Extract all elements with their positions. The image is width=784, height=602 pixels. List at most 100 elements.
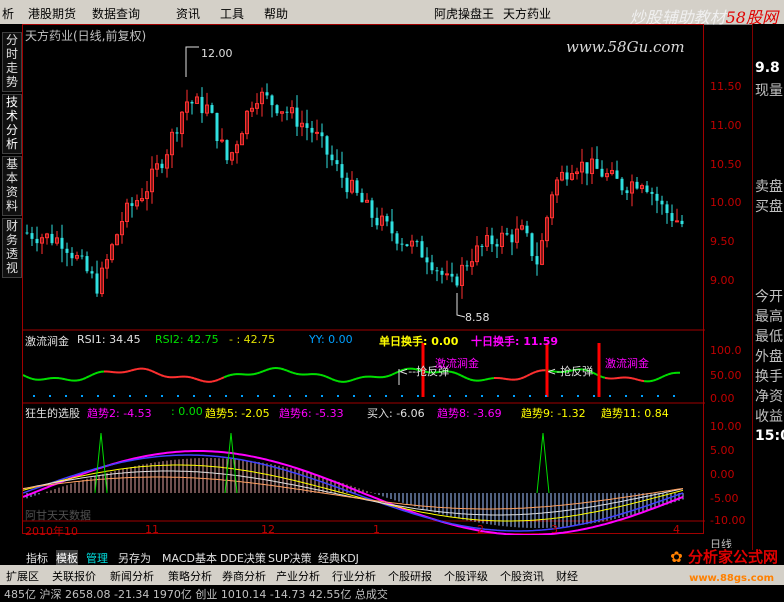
rsi-line-segment xyxy=(524,376,527,377)
yy-dot xyxy=(225,395,227,397)
logo-88gs-url: www.88gs.com xyxy=(689,573,774,584)
left-tab-strip: 分时走势 技术分析 基本资料 财务透视 xyxy=(0,24,22,550)
rsi-line-segment xyxy=(68,380,71,381)
yy-dot xyxy=(97,395,99,397)
price-tick: 9.00 xyxy=(710,274,735,287)
rsi-line-segment xyxy=(533,372,536,373)
candle-body xyxy=(326,136,329,154)
tab-technical[interactable]: 技术分析 xyxy=(2,94,22,154)
time-label-mar: 3 xyxy=(551,523,558,536)
chart-area[interactable]: 天方药业(日线,前复权) 12.00 8.58 激流涧金 RSI1: 34.45… xyxy=(22,24,704,534)
ind1-name: 激流涧金 xyxy=(25,333,69,349)
tab-research[interactable]: 个股研报 xyxy=(388,568,432,584)
menu-item-ahu[interactable]: 阿虎操盘王 xyxy=(434,5,494,22)
menu-item-analysis[interactable]: 析 xyxy=(2,5,14,22)
rsi-line-segment xyxy=(629,378,632,379)
tab-ext-area[interactable]: 扩展区 xyxy=(6,568,39,584)
yy-dot xyxy=(417,395,419,397)
candle-body xyxy=(451,274,454,277)
yy-dot xyxy=(257,395,259,397)
quote-earnings: 收益 xyxy=(755,406,783,426)
rsi-line-segment xyxy=(467,378,470,379)
tab-sup[interactable]: SUP决策 xyxy=(268,550,312,566)
menu-item-news[interactable]: 资讯 xyxy=(176,5,200,22)
tab-industry-chain[interactable]: 产业分析 xyxy=(276,568,320,584)
candle-body xyxy=(336,160,339,164)
quote-panel: 9.8 现量 卖盘 买盘 今开 最高 最低 外盘 换手 净资 收益 15:0 xyxy=(752,24,784,550)
tab-fundamentals[interactable]: 基本资料 xyxy=(2,156,22,216)
candle-body xyxy=(271,95,274,105)
menu-item-help[interactable]: 帮助 xyxy=(264,5,288,22)
tab-indicator[interactable]: 指标 xyxy=(26,550,48,566)
yy-dot xyxy=(129,395,131,397)
rsi-line-segment xyxy=(638,380,641,381)
tab-strategy[interactable]: 策略分析 xyxy=(168,568,212,584)
yy-dot xyxy=(385,395,387,397)
rsi-line-segment xyxy=(191,377,194,378)
tab-finance[interactable]: 财务透视 xyxy=(2,218,22,278)
ind2-q6: 趋势6: -5.33 xyxy=(279,405,344,421)
ind1-tick: 0.00 xyxy=(710,392,735,405)
candle-body xyxy=(406,244,409,246)
ind1-signal-b: 激流涧金 xyxy=(435,355,479,371)
rsi-line-segment xyxy=(518,378,521,379)
menu-item-data-query[interactable]: 数据查询 xyxy=(92,5,140,22)
tab-manage[interactable]: 管理 xyxy=(86,550,108,566)
tab-sector[interactable]: 行业分析 xyxy=(332,568,376,584)
chart-title: 天方药业(日线,前复权) xyxy=(25,27,146,44)
menu-item-tools[interactable]: 工具 xyxy=(220,5,244,22)
yy-dot xyxy=(369,395,371,397)
rsi-line-segment xyxy=(26,376,29,377)
rsi-line-segment xyxy=(329,378,332,379)
rsi-line-segment xyxy=(161,375,164,376)
rsi-line-segment xyxy=(98,372,101,373)
candle-body xyxy=(421,241,424,257)
tab-news-analysis[interactable]: 新闻分析 xyxy=(110,568,154,584)
yy-dot xyxy=(673,395,675,397)
candle-body xyxy=(71,253,74,258)
rsi-line-segment xyxy=(389,375,392,376)
rsi-line-segment xyxy=(293,373,296,374)
yy-dot xyxy=(241,395,243,397)
rsi-line-segment xyxy=(80,379,83,380)
tab-intraday[interactable]: 分时走势 xyxy=(2,32,22,92)
tab-broker[interactable]: 券商分析 xyxy=(222,568,266,584)
ind1-tick: 100.0 xyxy=(710,344,742,357)
ind2-q2: 趋势2: -4.53 xyxy=(87,405,152,421)
quote-netasset: 净资 xyxy=(755,386,783,406)
tab-finance-news[interactable]: 财经 xyxy=(556,568,578,584)
candle-body xyxy=(626,190,629,193)
rsi-line-segment xyxy=(203,381,206,382)
price-axis: 11.50 11.00 10.50 10.00 9.50 9.00 100.0 … xyxy=(704,24,752,534)
rsi-line-segment xyxy=(32,379,35,380)
tab-rating[interactable]: 个股评级 xyxy=(444,568,488,584)
tab-kdj[interactable]: 经典KDJ xyxy=(318,550,359,566)
rsi-line-segment xyxy=(485,379,488,380)
rsi-line-segment xyxy=(593,373,596,374)
candle-body xyxy=(671,213,674,221)
candle-body xyxy=(131,203,134,206)
tab-related-quote[interactable]: 关联报价 xyxy=(52,568,96,584)
rsi-line-segment xyxy=(164,376,167,377)
ind2-tick: 0.00 xyxy=(710,468,735,481)
yy-dot xyxy=(625,395,627,397)
time-label-feb: 2 xyxy=(477,523,484,536)
candle-body xyxy=(526,226,529,234)
tab-save-as[interactable]: 另存为 xyxy=(118,550,151,566)
tab-dde[interactable]: DDE决策 xyxy=(220,550,266,566)
candle-body xyxy=(396,233,399,243)
tab-macd[interactable]: MACD基本 xyxy=(162,550,217,566)
candle-body xyxy=(356,180,359,193)
rsi-line-segment xyxy=(392,373,395,374)
rsi-line-segment xyxy=(146,369,149,370)
rsi-line-segment xyxy=(356,378,359,379)
rsi-line-segment xyxy=(605,378,608,379)
yy-dot xyxy=(33,395,35,397)
menu-item-hk-futures[interactable]: 港股期货 xyxy=(28,5,76,22)
candle-body xyxy=(426,257,429,262)
candle-body xyxy=(531,233,534,256)
candle-body xyxy=(91,271,94,273)
tab-stock-news[interactable]: 个股资讯 xyxy=(500,568,544,584)
rsi-line-segment xyxy=(227,375,230,376)
tab-template[interactable]: 模板 xyxy=(56,550,78,566)
